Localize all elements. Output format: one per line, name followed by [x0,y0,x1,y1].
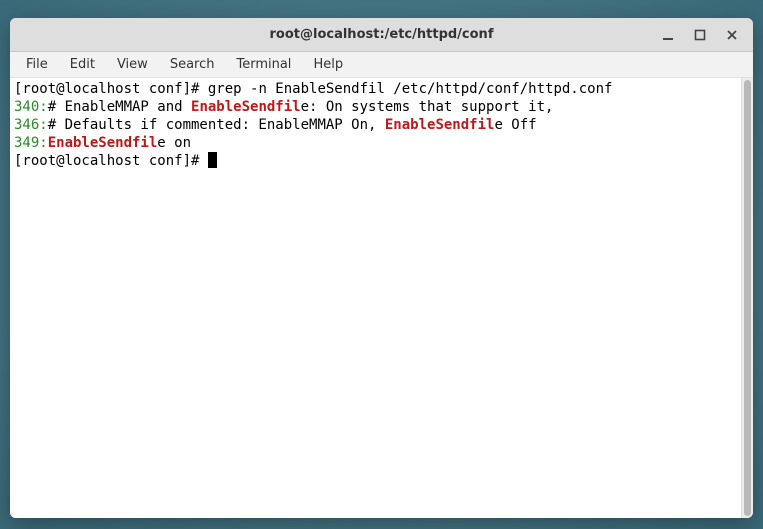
menu-search[interactable]: Search [160,54,225,75]
grep-match: EnableSendfil [385,117,495,133]
terminal-wrap: [root@localhost conf]# grep -n EnableSen… [10,78,753,518]
line-pre: # EnableMMAP and [48,99,191,115]
line-post: e: On systems that support it, [301,99,554,115]
line-post: e on [157,135,191,151]
cursor-block [208,152,217,168]
menu-help[interactable]: Help [303,54,353,75]
line-number: 346: [14,117,48,133]
minimize-icon [662,29,674,41]
menu-file[interactable]: File [16,54,58,75]
scrollbar[interactable] [741,78,753,518]
grep-match: EnableSendfil [191,99,301,115]
prompt: [root@localhost conf]# [14,81,208,97]
line-number: 349: [14,135,48,151]
line-number: 340: [14,99,48,115]
maximize-button[interactable] [685,22,715,48]
terminal-line: [root@localhost conf]# [14,152,737,170]
terminal-body[interactable]: [root@localhost conf]# grep -n EnableSen… [10,78,741,518]
terminal-line: [root@localhost conf]# grep -n EnableSen… [14,80,737,98]
terminal-line: 349:EnableSendfile on [14,134,737,152]
maximize-icon [694,29,706,41]
terminal-line: 340:# EnableMMAP and EnableSendfile: On … [14,98,737,116]
line-post: e Off [494,117,536,133]
window-title: root@localhost:/etc/httpd/conf [270,27,494,42]
menu-terminal[interactable]: Terminal [226,54,301,75]
terminal-line: 346:# Defaults if commented: EnableMMAP … [14,116,737,134]
command-text: grep -n EnableSendfil /etc/httpd/conf/ht… [208,81,613,97]
menubar: File Edit View Search Terminal Help [10,52,753,78]
close-button[interactable] [717,22,747,48]
titlebar: root@localhost:/etc/httpd/conf [10,18,753,52]
prompt: [root@localhost conf]# [14,153,208,169]
grep-match: EnableSendfil [48,135,158,151]
menu-view[interactable]: View [107,54,158,75]
line-pre: # Defaults if commented: EnableMMAP On, [48,117,385,133]
close-icon [726,29,738,41]
menu-edit[interactable]: Edit [60,54,105,75]
minimize-button[interactable] [653,22,683,48]
window-controls [653,18,747,51]
scrollbar-thumb[interactable] [744,80,751,516]
terminal-window: root@localhost:/etc/httpd/conf File Edit… [10,18,753,518]
